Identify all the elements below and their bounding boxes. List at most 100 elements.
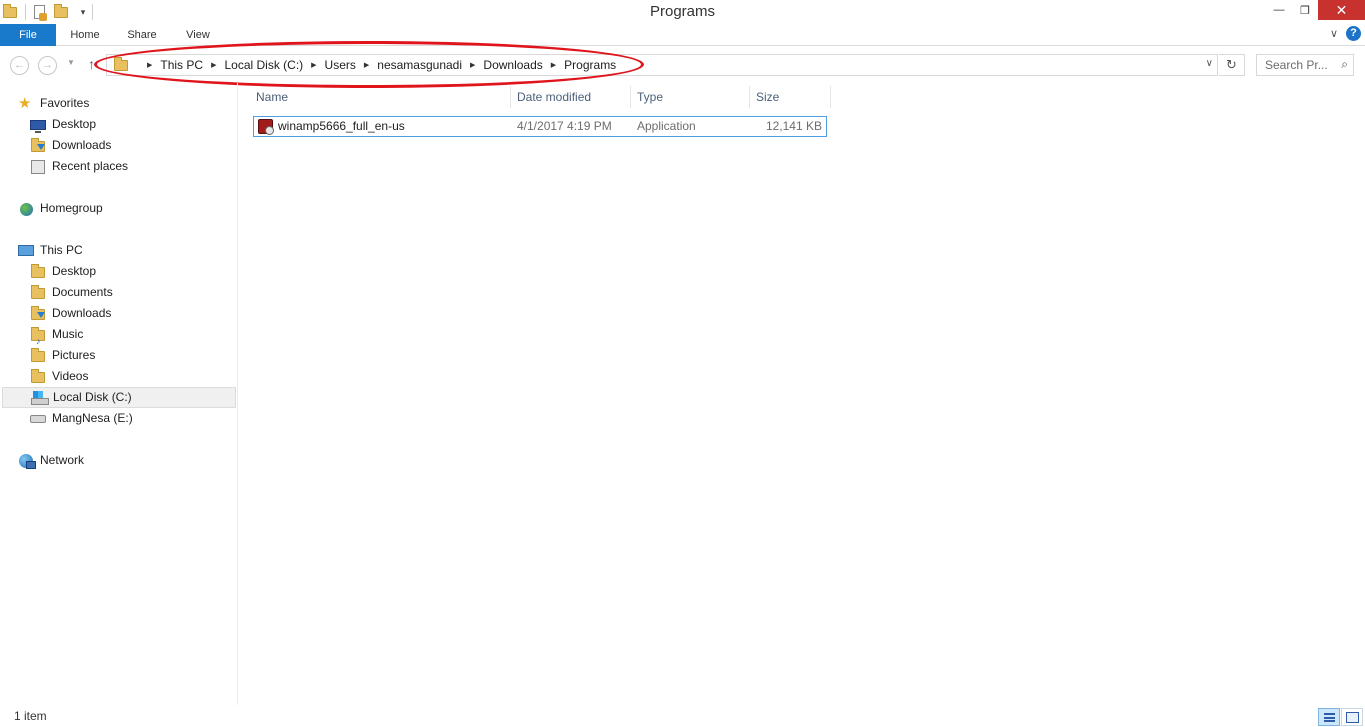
back-button[interactable]: ←: [10, 56, 29, 75]
breadcrumb-programs[interactable]: Programs: [564, 58, 616, 72]
window-controls: — ❐ ✕: [1266, 0, 1365, 20]
customize-toolbar-dropdown-icon[interactable]: ▾: [77, 7, 89, 18]
properties-icon[interactable]: [31, 4, 47, 21]
file-type: Application: [637, 119, 696, 133]
title-bar: ▾ Programs — ❐ ✕: [0, 0, 1365, 24]
sidebar-item-documents[interactable]: Documents: [30, 282, 113, 303]
column-header-type[interactable]: Type: [631, 86, 750, 108]
sidebar-item-label: Pictures: [52, 348, 96, 362]
refresh-button[interactable]: ↻: [1219, 54, 1245, 76]
sidebar-item-label: MangNesa (E:): [52, 411, 133, 425]
sidebar-item-mangnesa-drive[interactable]: MangNesa (E:): [30, 408, 133, 429]
application-icon: [258, 119, 274, 135]
column-header-date-modified[interactable]: Date modified: [511, 86, 631, 108]
sidebar-item-homegroup[interactable]: Homegroup: [18, 198, 103, 219]
music-folder-icon: ♪: [30, 326, 47, 346]
sidebar-item-label: Videos: [52, 369, 89, 383]
ribbon-right-controls: ∨ ?: [1330, 26, 1361, 41]
column-header-size[interactable]: Size: [750, 86, 831, 108]
chevron-right-icon[interactable]: ▶: [147, 61, 152, 69]
navigation-pane: ★ Favorites Desktop Downloads Recent pla…: [0, 83, 238, 705]
documents-folder-icon: [30, 284, 47, 301]
sidebar-item-label: Music: [52, 327, 84, 341]
chevron-right-icon[interactable]: ▶: [470, 61, 475, 69]
search-input[interactable]: Search Pr... ⌕: [1256, 54, 1354, 76]
sidebar-item-label: Local Disk (C:): [53, 390, 132, 404]
recent-locations-icon[interactable]: ▼: [67, 58, 75, 67]
window-title: Programs: [649, 3, 716, 20]
details-view-icon: [1324, 713, 1335, 722]
breadcrumb: ▶ This PC ▶ Local Disk (C:) ▶ Users ▶ ne…: [113, 55, 616, 75]
tab-home[interactable]: Home: [56, 24, 114, 46]
sidebar-item-videos[interactable]: Videos: [30, 366, 88, 387]
address-bar[interactable]: ▶ This PC ▶ Local Disk (C:) ▶ Users ▶ ne…: [106, 54, 1218, 76]
recent-places-icon: [30, 159, 47, 175]
new-folder-icon[interactable]: [53, 4, 69, 20]
search-icon[interactable]: ⌕: [1341, 57, 1348, 72]
sidebar-item-label: Favorites: [40, 96, 90, 110]
chevron-right-icon[interactable]: ▶: [211, 61, 216, 69]
quick-access-toolbar: ▾: [0, 2, 96, 22]
videos-folder-icon: [30, 368, 47, 385]
downloads-folder-icon: [30, 137, 47, 154]
up-button[interactable]: ↑: [88, 56, 95, 72]
sidebar-item-label: Network: [40, 453, 85, 467]
sidebar-item-label: Documents: [52, 285, 113, 299]
sidebar-item-downloads[interactable]: Downloads: [30, 303, 111, 324]
restore-button[interactable]: ❐: [1292, 0, 1318, 20]
file-date-modified: 4/1/2017 4:19 PM: [517, 119, 612, 133]
toolbar-divider: [92, 4, 93, 20]
large-icons-view-icon: [1346, 712, 1359, 723]
star-icon: ★: [18, 94, 32, 112]
sidebar-item-network[interactable]: Network: [18, 450, 84, 471]
tab-view[interactable]: View: [170, 24, 226, 46]
usb-drive-icon: [30, 411, 47, 427]
sidebar-item-label: Downloads: [52, 306, 112, 320]
sidebar-item-favorites-downloads[interactable]: Downloads: [30, 135, 111, 156]
breadcrumb-local-disk[interactable]: Local Disk (C:): [224, 58, 303, 72]
pictures-folder-icon: [30, 347, 47, 364]
sidebar-item-pictures[interactable]: Pictures: [30, 345, 95, 366]
file-name: winamp5666_full_en-us: [278, 119, 405, 133]
tab-share[interactable]: Share: [114, 24, 170, 46]
column-header-name[interactable]: Name: [250, 86, 511, 108]
desktop-icon: [30, 117, 47, 133]
windows-drive-icon: [31, 390, 49, 406]
navigation-bar: ← → ▼ ↑ ▶ This PC ▶ Local Disk (C:) ▶ Us…: [0, 47, 1365, 83]
sidebar-item-recent-places[interactable]: Recent places: [30, 156, 128, 177]
chevron-right-icon[interactable]: ▶: [364, 61, 369, 69]
breadcrumb-this-pc[interactable]: This PC: [160, 58, 203, 72]
minimize-button[interactable]: —: [1266, 0, 1292, 20]
forward-button[interactable]: →: [38, 56, 57, 75]
help-icon[interactable]: ?: [1346, 26, 1361, 41]
sidebar-item-label: Desktop: [52, 264, 97, 278]
details-view-button[interactable]: [1318, 708, 1340, 726]
table-row[interactable]: winamp5666_full_en-us 4/1/2017 4:19 PM A…: [253, 116, 827, 137]
computer-icon: [18, 243, 35, 259]
large-icons-view-button[interactable]: [1341, 708, 1363, 726]
sidebar-item-label: Downloads: [52, 138, 112, 152]
tab-file[interactable]: File: [0, 24, 56, 46]
sidebar-item-label: Homegroup: [40, 201, 103, 215]
sidebar-item-label: This PC: [40, 243, 83, 257]
toolbar-divider: [25, 4, 26, 20]
breadcrumb-users[interactable]: Users: [325, 58, 356, 72]
sidebar-item-music[interactable]: ♪ Music: [30, 324, 84, 346]
expand-ribbon-icon[interactable]: ∨: [1330, 27, 1338, 40]
sidebar-item-this-pc[interactable]: This PC: [18, 240, 83, 261]
ribbon-tabs: File Home Share View ∨ ?: [0, 24, 1365, 46]
chevron-right-icon[interactable]: ▶: [551, 61, 556, 69]
breadcrumb-user[interactable]: nesamasgunadi: [377, 58, 462, 72]
sidebar-item-label: Desktop: [52, 117, 97, 131]
sidebar-item-desktop[interactable]: Desktop: [30, 261, 96, 282]
chevron-right-icon[interactable]: ▶: [311, 61, 316, 69]
folder-icon: [113, 57, 129, 73]
close-button[interactable]: ✕: [1318, 0, 1365, 20]
network-icon: [18, 453, 36, 469]
sidebar-item-favorites-desktop[interactable]: Desktop: [30, 114, 96, 135]
breadcrumb-downloads[interactable]: Downloads: [483, 58, 542, 72]
folder-icon: [2, 4, 18, 20]
chevron-down-icon[interactable]: ∨: [1206, 58, 1213, 69]
sidebar-item-local-disk[interactable]: Local Disk (C:): [2, 387, 236, 408]
sidebar-item-favorites[interactable]: ★ Favorites: [18, 93, 89, 114]
